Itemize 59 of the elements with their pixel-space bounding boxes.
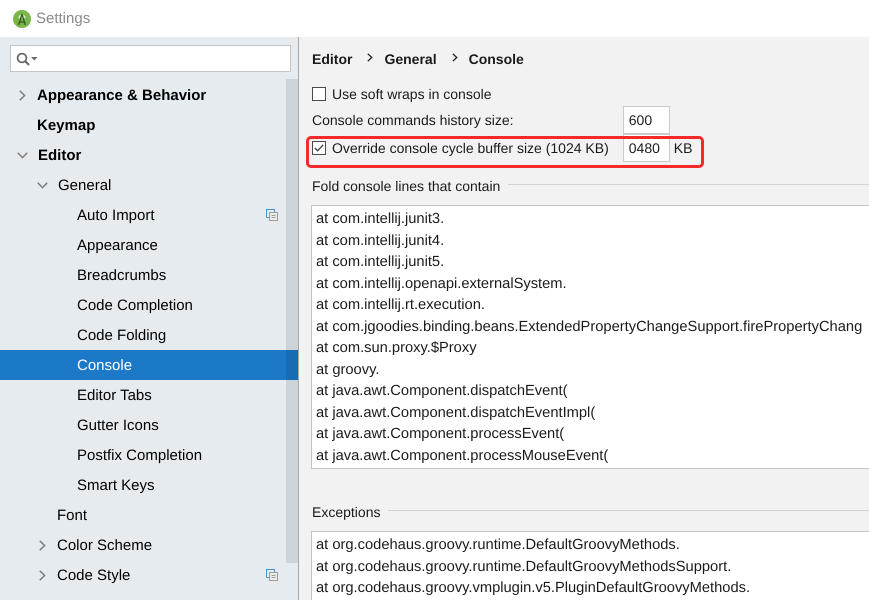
tree-item[interactable]: Appearance & Behavior xyxy=(0,80,298,110)
chevron-right-icon xyxy=(367,53,374,62)
tree-item[interactable]: Postfix Completion xyxy=(0,440,298,470)
list-line[interactable]: at org.codehaus.groovy.vmplugin.v5.PluginDefaultGroovyMethods. xyxy=(316,578,869,600)
breadcrumb-item: Console xyxy=(468,51,524,67)
breadcrumb-item: General xyxy=(384,51,437,67)
checkbox[interactable] xyxy=(312,87,326,101)
list-line[interactable]: at com.sun.proxy.$Proxy xyxy=(316,338,869,360)
tree-item[interactable]: Code Folding xyxy=(0,320,298,350)
chevron-right-icon[interactable] xyxy=(19,90,26,100)
list-line[interactable]: at com.jgoodies.binding.beans.ExtendedPropertyChangeSupport.firePropertyChang xyxy=(316,316,869,338)
list-line[interactable]: at com.intellij.openapi.externalSystem. xyxy=(316,274,869,295)
option-label: Override console cycle buffer size (1024 KB) xyxy=(332,140,609,156)
breadcrumb-item: Editor xyxy=(312,51,352,67)
tree-item[interactable]: Appearance xyxy=(0,230,298,260)
chevron-right-icon[interactable] xyxy=(39,570,46,580)
list-line[interactable]: at org.codehaus.groovy.runtime.DefaultGroovyMethods. xyxy=(316,535,869,556)
tree-item[interactable]: Keymap xyxy=(0,110,298,140)
scrollbar-thumb[interactable] xyxy=(286,79,298,563)
pattern-list[interactable]: at org.codehaus.groovy.runtime.DefaultGroovyMethods. at org.codehaus.groovy.runtime.DefaultGroovyMethodsSupport. at org.codehaus.groovy.vmplugin.v5.PluginDefaultGroovyMethods. xyxy=(311,531,869,600)
unit-label: KB xyxy=(674,140,692,156)
tree-item[interactable]: Console xyxy=(0,350,298,380)
option-label: Use soft wraps in console xyxy=(332,86,492,102)
chevron-right-icon xyxy=(452,53,458,62)
list-line[interactable]: at java.awt.Component.dispatchEvent( xyxy=(316,381,869,402)
chevron-down-icon[interactable] xyxy=(37,182,48,188)
tree-item[interactable]: Gutter Icons xyxy=(0,410,298,440)
list-line[interactable]: at groovy. xyxy=(316,360,869,381)
tree-item[interactable]: Smart Keys xyxy=(0,470,298,500)
number-field[interactable]: 600 xyxy=(622,106,670,134)
list-line[interactable]: at com.intellij.junit5. xyxy=(316,252,869,274)
list-line[interactable]: at java.awt.Component.processEvent( xyxy=(316,424,869,446)
pattern-list[interactable] xyxy=(311,205,869,469)
group-title: Fold console lines that contain xyxy=(312,178,500,194)
chevron-down-icon[interactable] xyxy=(17,152,28,158)
tree-item[interactable]: Code Style xyxy=(0,560,298,590)
list-line[interactable]: at java.awt.Component.dispatchEventImpl( xyxy=(316,402,869,424)
list-line[interactable]: at org.codehaus.groovy.runtime.DefaultGroovyMethodsSupport. xyxy=(316,556,869,578)
list-line[interactable]: at com.intellij.rt.execution. xyxy=(316,295,869,316)
option-label: Console commands history size: xyxy=(312,112,514,128)
list-line[interactable]: at java.awt.Component.processMouseEvent( xyxy=(316,446,869,467)
tree-item[interactable]: Auto Import xyxy=(0,200,298,230)
tree-item[interactable]: Color Scheme xyxy=(0,530,298,560)
tree-item[interactable]: Editor xyxy=(0,140,298,170)
search-field[interactable] xyxy=(10,45,291,72)
tree-item[interactable]: Code Completion xyxy=(0,290,298,320)
tree-item[interactable]: General xyxy=(0,170,298,200)
tree-item[interactable]: Font xyxy=(0,500,298,530)
check-icon xyxy=(314,144,324,152)
list-line[interactable]: at com.intellij.junit4. xyxy=(316,230,869,252)
app-logo-icon xyxy=(13,10,31,28)
checkbox[interactable] xyxy=(312,141,326,155)
tree-item[interactable]: Breadcrumbs xyxy=(0,260,298,290)
group-title: Exceptions xyxy=(312,504,380,520)
chevron-right-icon[interactable] xyxy=(39,540,46,550)
window-title: Settings xyxy=(36,10,90,27)
tree-item[interactable]: Editor Tabs xyxy=(0,380,298,410)
search-icon xyxy=(16,52,38,66)
list-line[interactable]: at com.intellij.junit3. xyxy=(316,209,869,230)
